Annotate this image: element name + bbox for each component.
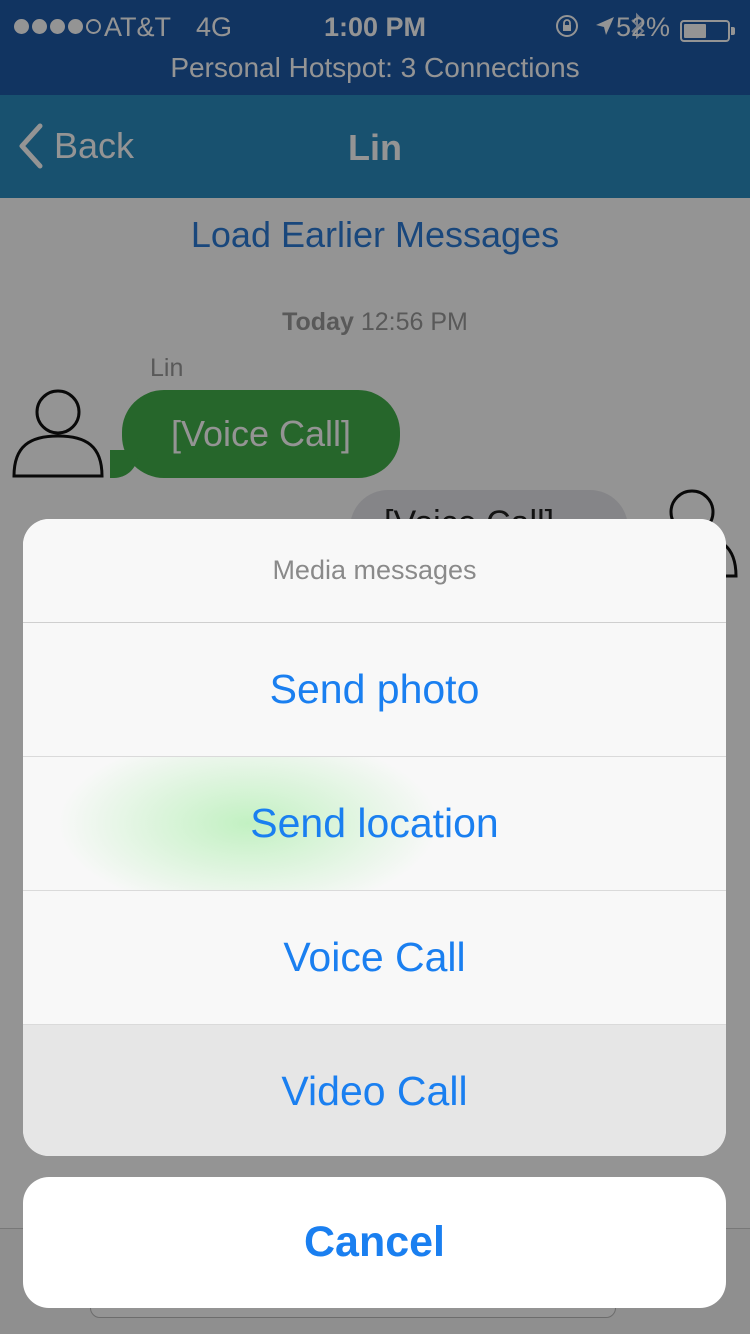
send-location-button[interactable]: Send location [23,757,726,891]
action-sheet-title: Media messages [23,519,726,623]
action-sheet: Media messages Send photo Send location … [23,519,726,1156]
voice-call-button[interactable]: Voice Call [23,891,726,1025]
cancel-button[interactable]: Cancel [23,1177,726,1308]
chat-screen: AT&T 4G 1:00 PM 52% Personal Hotspot: 3 … [0,0,750,1334]
send-photo-button[interactable]: Send photo [23,623,726,757]
video-call-button[interactable]: Video Call [23,1025,726,1156]
